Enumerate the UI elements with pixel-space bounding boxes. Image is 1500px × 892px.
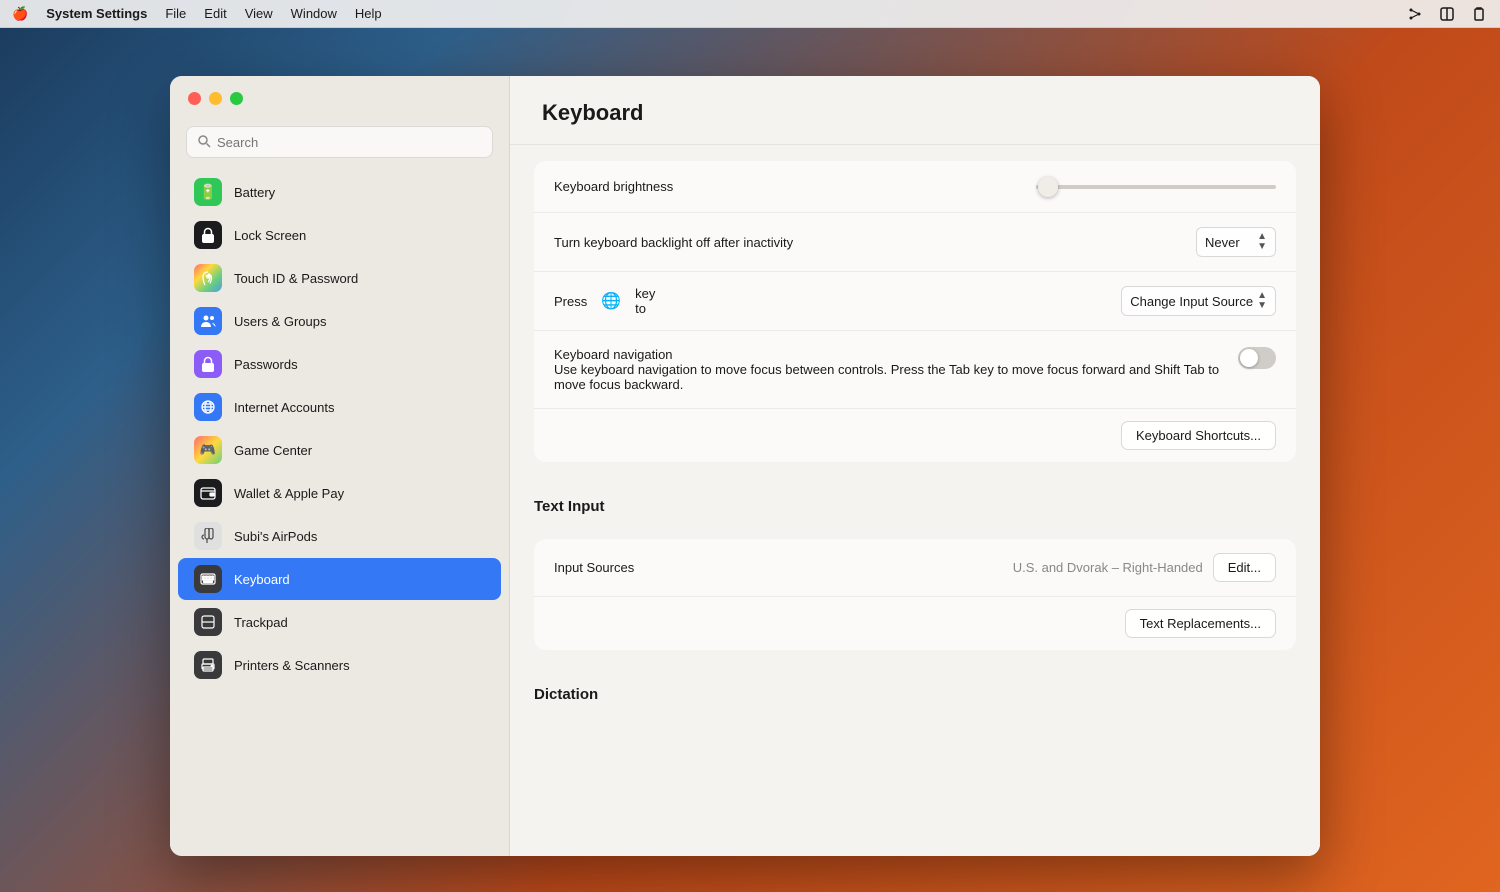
keyboard-navigation-content: Keyboard navigation Use keyboard navigat… xyxy=(554,347,1238,392)
text-input-card: Input Sources U.S. and Dvorak – Right-Ha… xyxy=(534,539,1296,650)
sidebar-item-internet[interactable]: Internet Accounts xyxy=(178,386,501,428)
menu-bar: 🍎 System Settings File Edit View Window … xyxy=(0,0,1500,28)
maximize-button[interactable] xyxy=(230,92,243,105)
keyboard-navigation-row: Keyboard navigation Use keyboard navigat… xyxy=(534,331,1296,409)
globe-key-icon: 🌐 xyxy=(601,291,621,311)
sidebar: 🔋 Battery Lock Screen Touch I xyxy=(170,76,510,856)
backlight-off-row: Turn keyboard backlight off after inacti… xyxy=(534,213,1296,272)
search-box[interactable] xyxy=(186,126,493,158)
clipboard-icon[interactable] xyxy=(1470,5,1488,23)
battery-icon: 🔋 xyxy=(194,178,222,206)
airpods-icon xyxy=(194,522,222,550)
sidebar-item-lockscreen[interactable]: Lock Screen xyxy=(178,214,501,256)
search-input[interactable] xyxy=(217,135,482,150)
text-replacements-button[interactable]: Text Replacements... xyxy=(1125,609,1276,638)
traffic-lights xyxy=(188,92,243,105)
users-icon xyxy=(194,307,222,335)
brightness-slider-container xyxy=(915,185,1276,189)
sidebar-label-gamecenter: Game Center xyxy=(234,443,312,458)
input-sources-edit-button[interactable]: Edit... xyxy=(1213,553,1276,582)
sidebar-label-touchid: Touch ID & Password xyxy=(234,271,358,286)
touchid-icon xyxy=(194,264,222,292)
keyboard-navigation-label: Keyboard navigation xyxy=(554,347,1238,362)
sidebar-item-wallet[interactable]: Wallet & Apple Pay xyxy=(178,472,501,514)
sidebar-item-users[interactable]: Users & Groups xyxy=(178,300,501,342)
search-icon xyxy=(197,134,211,151)
keyboard-settings-card: Keyboard brightness Turn keyboard backli… xyxy=(534,161,1296,462)
search-container xyxy=(170,126,509,170)
sidebar-item-touchid[interactable]: Touch ID & Password xyxy=(178,257,501,299)
menu-view[interactable]: View xyxy=(245,6,273,21)
text-input-section-title: Text Input xyxy=(510,478,1320,523)
keyboard-brightness-row: Keyboard brightness xyxy=(534,161,1296,213)
input-sources-value: U.S. and Dvorak – Right-Handed xyxy=(878,560,1202,575)
press-key-value: Change Input Source xyxy=(1130,294,1253,309)
text-replacements-row: Text Replacements... xyxy=(534,597,1296,650)
sidebar-label-wallet: Wallet & Apple Pay xyxy=(234,486,344,501)
wallet-icon xyxy=(194,479,222,507)
sidebar-item-printers[interactable]: Printers & Scanners xyxy=(178,644,501,686)
menu-window[interactable]: Window xyxy=(291,6,337,21)
passwords-icon xyxy=(194,350,222,378)
main-content: Keyboard Keyboard brightness Turn keyboa… xyxy=(510,76,1320,856)
menu-bar-right xyxy=(1406,5,1488,23)
backlight-off-value: Never xyxy=(1205,235,1240,250)
trackpad-icon xyxy=(194,608,222,636)
input-sources-row: Input Sources U.S. and Dvorak – Right-Ha… xyxy=(534,539,1296,597)
sidebar-label-lockscreen: Lock Screen xyxy=(234,228,306,243)
backlight-off-label: Turn keyboard backlight off after inacti… xyxy=(554,235,1196,250)
menu-edit[interactable]: Edit xyxy=(204,6,226,21)
switch-icon[interactable] xyxy=(1438,5,1456,23)
sidebar-item-airpods[interactable]: Subi's AirPods xyxy=(178,515,501,557)
keyboard-icon xyxy=(194,565,222,593)
sidebar-label-users: Users & Groups xyxy=(234,314,326,329)
press-key-dropdown[interactable]: Change Input Source ▲▼ xyxy=(1121,286,1276,316)
sidebar-item-passwords[interactable]: Passwords xyxy=(178,343,501,385)
sidebar-label-battery: Battery xyxy=(234,185,275,200)
sidebar-label-printers: Printers & Scanners xyxy=(234,658,350,673)
printer-icon xyxy=(194,651,222,679)
sidebar-label-keyboard: Keyboard xyxy=(234,572,290,587)
dropdown-arrows-presskey: ▲▼ xyxy=(1257,291,1267,311)
press-key-row: Press 🌐 key to Change Input Source ▲▼ xyxy=(534,272,1296,331)
press-label: Press xyxy=(554,294,587,309)
input-sources-label: Input Sources xyxy=(554,560,878,575)
dropdown-arrows-backlight: ▲▼ xyxy=(1257,232,1267,252)
keyboard-shortcuts-row: Keyboard Shortcuts... xyxy=(534,409,1296,462)
brightness-slider-thumb[interactable] xyxy=(1038,177,1058,197)
keyboard-navigation-sublabel: Use keyboard navigation to move focus be… xyxy=(554,362,1238,392)
page-title: Keyboard xyxy=(510,76,1320,145)
menu-file[interactable]: File xyxy=(165,6,186,21)
menu-help[interactable]: Help xyxy=(355,6,382,21)
backlight-off-dropdown[interactable]: Never ▲▼ xyxy=(1196,227,1276,257)
toggle-knob xyxy=(1240,349,1258,367)
keyboard-brightness-label: Keyboard brightness xyxy=(554,179,915,194)
main-window: 🔋 Battery Lock Screen Touch I xyxy=(170,76,1320,856)
apple-menu[interactable]: 🍎 xyxy=(12,6,28,22)
dictation-section-title: Dictation xyxy=(510,666,1320,711)
close-button[interactable] xyxy=(188,92,201,105)
sidebar-item-keyboard[interactable]: Keyboard xyxy=(178,558,501,600)
sidebar-item-battery[interactable]: 🔋 Battery xyxy=(178,171,501,213)
sidebar-label-passwords: Passwords xyxy=(234,357,298,372)
sidebar-item-trackpad[interactable]: Trackpad xyxy=(178,601,501,643)
gamecenter-icon: 🎮 xyxy=(194,436,222,464)
sidebar-label-trackpad: Trackpad xyxy=(234,615,288,630)
minimize-button[interactable] xyxy=(209,92,222,105)
keyboard-navigation-toggle[interactable] xyxy=(1238,347,1276,369)
key-suffix-label: key to xyxy=(635,286,655,316)
brightness-slider-track[interactable] xyxy=(1036,185,1276,189)
lockscreen-icon xyxy=(194,221,222,249)
share-icon[interactable] xyxy=(1406,5,1424,23)
internet-icon xyxy=(194,393,222,421)
app-name[interactable]: System Settings xyxy=(46,6,147,21)
sidebar-item-gamecenter[interactable]: 🎮 Game Center xyxy=(178,429,501,471)
keyboard-shortcuts-button[interactable]: Keyboard Shortcuts... xyxy=(1121,421,1276,450)
sidebar-label-internet: Internet Accounts xyxy=(234,400,334,415)
sidebar-label-airpods: Subi's AirPods xyxy=(234,529,317,544)
